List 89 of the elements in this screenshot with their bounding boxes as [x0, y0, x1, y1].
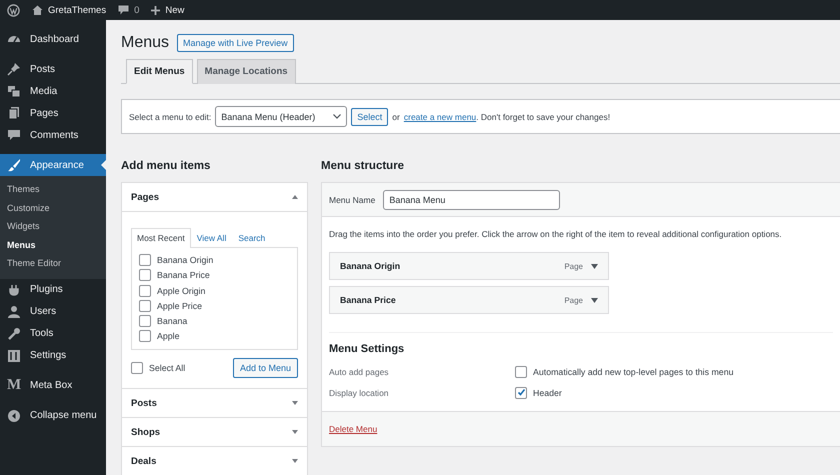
sidebar-item[interactable]: Collapse menu: [0, 404, 106, 427]
section-heading: Menu structure: [321, 160, 406, 172]
page-title: Menus: [121, 34, 170, 52]
checkbox-label: Apple Price: [157, 300, 202, 311]
sidebar-item[interactable]: Posts: [0, 58, 106, 80]
checkbox[interactable]: [515, 366, 527, 378]
checkbox[interactable]: [139, 284, 151, 297]
tab[interactable]: Search: [232, 228, 272, 247]
comment-count: 0: [134, 4, 140, 16]
wrench-icon: [7, 326, 21, 341]
tab[interactable]: Manage Locations: [196, 59, 296, 84]
comment-icon: [7, 128, 21, 142]
accordion-header[interactable]: Posts: [122, 388, 307, 418]
checkbox[interactable]: [139, 330, 151, 342]
caret-icon[interactable]: [591, 264, 598, 268]
media-icon: [7, 84, 21, 98]
accordion-header[interactable]: Deals: [122, 446, 307, 475]
logo-icon[interactable]: [7, 4, 20, 16]
hint-text: or: [392, 112, 400, 122]
checkbox-label: Apple: [157, 331, 180, 342]
checkbox[interactable]: [139, 269, 151, 282]
sidebar-item[interactable]: Appearance: [0, 154, 106, 176]
field-label: Menu Name: [329, 194, 376, 204]
checkbox-label: Select All: [149, 363, 186, 374]
sidebar-item[interactable]: Media: [0, 80, 106, 102]
settings-heading: Menu Settings: [329, 343, 406, 355]
menu-item[interactable]: Banana Price Page: [329, 286, 609, 314]
sidebar-item[interactable]: Users: [0, 300, 106, 323]
checkbox-label: Header: [533, 388, 562, 398]
instructions-text: Drag the items into the order you prefer. Click the arrow on the right of the item to reveal additional configuration options.: [329, 229, 783, 239]
checkbox[interactable]: [139, 254, 151, 266]
menu-name-field[interactable]: Banana Menu: [383, 190, 560, 210]
home-icon: [32, 5, 43, 15]
submenu-item[interactable]: Theme Editor: [0, 254, 106, 273]
menu-item-type: Page: [564, 262, 583, 270]
chevron-icon: [333, 114, 342, 119]
menu-item[interactable]: Banana Origin Page: [329, 252, 609, 280]
user-icon: [7, 304, 21, 319]
new-link[interactable]: New: [165, 4, 184, 16]
menu-item-title: Banana Price: [340, 295, 397, 305]
sidebar-item[interactable]: Dashboard: [0, 28, 106, 50]
submenu-item[interactable]: Widgets: [0, 217, 106, 236]
collapse-icon[interactable]: [7, 408, 21, 423]
sidebar-item[interactable]: Comments: [0, 124, 106, 146]
checkbox[interactable]: [139, 300, 151, 312]
submenu-item[interactable]: Menus: [0, 236, 106, 254]
submenu-item[interactable]: Customize: [0, 198, 106, 218]
select-label: Select a menu to edit:: [129, 112, 212, 122]
submenu-item[interactable]: Themes: [0, 180, 106, 199]
sidebar-item[interactable]: Plugins: [0, 278, 106, 301]
tab[interactable]: View All: [190, 228, 232, 247]
checkbox[interactable]: [139, 315, 151, 328]
sidebar-item[interactable]: Tools: [0, 322, 106, 345]
checkbox-label: Apple Origin: [157, 286, 206, 296]
accordion-header[interactable]: Pages: [122, 183, 307, 212]
site-name-link[interactable]: GretaThemes: [48, 4, 106, 16]
accordion-header[interactable]: Shops: [122, 417, 307, 446]
section-heading: Add menu items: [121, 160, 212, 172]
plus-icon: [151, 6, 160, 14]
checkbox-label: Automatically add new top-level pages to this menu: [533, 366, 734, 376]
pin-icon: [7, 62, 21, 76]
menu-glyph-icon: M: [7, 377, 21, 394]
setting-label: Auto add pages: [329, 366, 390, 376]
checkbox-label: Banana Origin: [157, 255, 214, 265]
setting-label: Display location: [329, 388, 390, 398]
create-menu-link[interactable]: create a new menu: [404, 112, 476, 122]
live-preview-button[interactable]: Manage with Live Preview: [177, 34, 294, 52]
delete-menu-link[interactable]: Delete Menu: [329, 424, 378, 434]
checkbox[interactable]: [515, 386, 527, 398]
checkbox[interactable]: [131, 362, 143, 374]
sliders-icon: [7, 348, 21, 363]
plug-icon: [7, 282, 21, 297]
hint-text: . Don't forget to save your changes!: [476, 112, 610, 122]
select-button[interactable]: Select: [351, 108, 388, 126]
menu-item-title: Banana Origin: [340, 261, 402, 271]
tab[interactable]: Edit Menus: [126, 59, 193, 84]
menu-dropdown[interactable]: Banana Menu (Header): [215, 106, 348, 127]
brush-icon: [7, 158, 21, 172]
tab[interactable]: Most Recent: [131, 228, 191, 248]
sidebar-item[interactable]: M Meta Box: [0, 374, 106, 397]
checkbox-label: Banana: [157, 316, 188, 326]
caret-icon[interactable]: [591, 298, 598, 302]
checkbox-label: Banana Price: [157, 270, 210, 280]
sidebar-item[interactable]: Pages: [0, 102, 106, 124]
menu-item-type: Page: [564, 296, 583, 304]
add-to-menu-button[interactable]: Add to Menu: [232, 358, 298, 378]
sidebar-item[interactable]: Settings: [0, 344, 106, 367]
pages-icon: [7, 106, 21, 120]
comment-icon: [118, 5, 130, 15]
